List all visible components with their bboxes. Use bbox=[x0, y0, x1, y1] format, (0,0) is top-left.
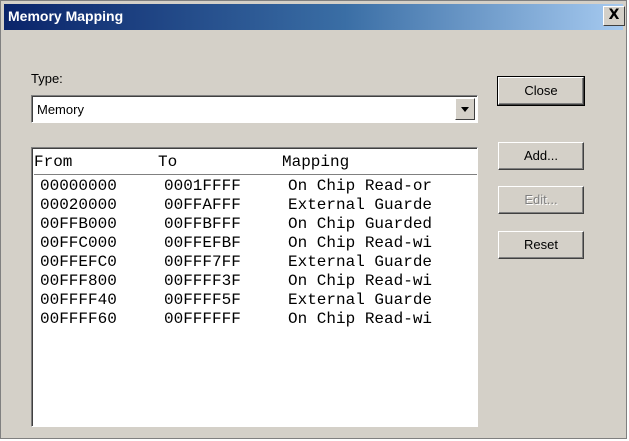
type-dropdown-value: Memory bbox=[37, 102, 84, 117]
from-cell: 00FFC000 bbox=[40, 234, 117, 252]
mapping-cell: External Guarde bbox=[288, 196, 433, 214]
from-cell: 00FFB000 bbox=[40, 215, 117, 233]
title-bar[interactable]: Memory Mapping X bbox=[4, 4, 625, 30]
column-header-to: To bbox=[158, 153, 178, 171]
mapping-cell: On Chip Read-wi bbox=[288, 310, 433, 328]
chevron-down-icon bbox=[461, 107, 469, 112]
to-cell: 00FFBFFF bbox=[164, 215, 241, 233]
mapping-cell: On Chip Read-or bbox=[288, 177, 433, 195]
to-cell: 00FFFF3F bbox=[164, 272, 241, 290]
list-header: From To Mapping bbox=[34, 152, 477, 175]
dropdown-button[interactable] bbox=[455, 98, 475, 120]
mapping-cell: External Guarde bbox=[288, 291, 433, 309]
mapping-cell: External Guarde bbox=[288, 253, 433, 271]
to-cell: 00FFFF5F bbox=[164, 291, 241, 309]
column-header-mapping: Mapping bbox=[282, 153, 350, 171]
from-cell: 00000000 bbox=[40, 177, 117, 195]
from-cell: 00FFF800 bbox=[40, 272, 117, 290]
column-header-from: From bbox=[34, 153, 73, 171]
memory-map-list[interactable]: From To Mapping 00000000 0001FFFF On Chip … bbox=[31, 147, 478, 427]
reset-button[interactable]: Reset bbox=[498, 231, 584, 259]
close-button[interactable]: Close bbox=[497, 76, 585, 106]
type-dropdown[interactable]: Memory bbox=[31, 95, 478, 123]
from-cell: 00FFEFC0 bbox=[40, 253, 117, 271]
close-icon[interactable]: X bbox=[603, 6, 625, 26]
add-button[interactable]: Add... bbox=[498, 142, 584, 170]
mapping-cell: On Chip Read-wi bbox=[288, 272, 433, 290]
to-cell: 00FFAFFF bbox=[164, 196, 241, 214]
from-cell: 00FFFF60 bbox=[40, 310, 117, 328]
to-cell: 00FFFFFF bbox=[164, 310, 241, 328]
mapping-cell: On Chip Read-wi bbox=[288, 234, 433, 252]
to-cell: 0001FFFF bbox=[164, 177, 241, 195]
to-cell: 00FFEFBF bbox=[164, 234, 241, 252]
mapping-cell: On Chip Guarded bbox=[288, 215, 433, 233]
memory-mapping-dialog: Memory Mapping X Type: Memory From To Ma… bbox=[0, 0, 627, 439]
from-cell: 00020000 bbox=[40, 196, 117, 214]
window-title: Memory Mapping bbox=[8, 8, 124, 24]
to-cell: 00FFF7FF bbox=[164, 253, 241, 271]
type-label: Type: bbox=[31, 71, 63, 86]
from-cell: 00FFFF40 bbox=[40, 291, 117, 309]
edit-button[interactable]: Edit... bbox=[498, 186, 584, 214]
